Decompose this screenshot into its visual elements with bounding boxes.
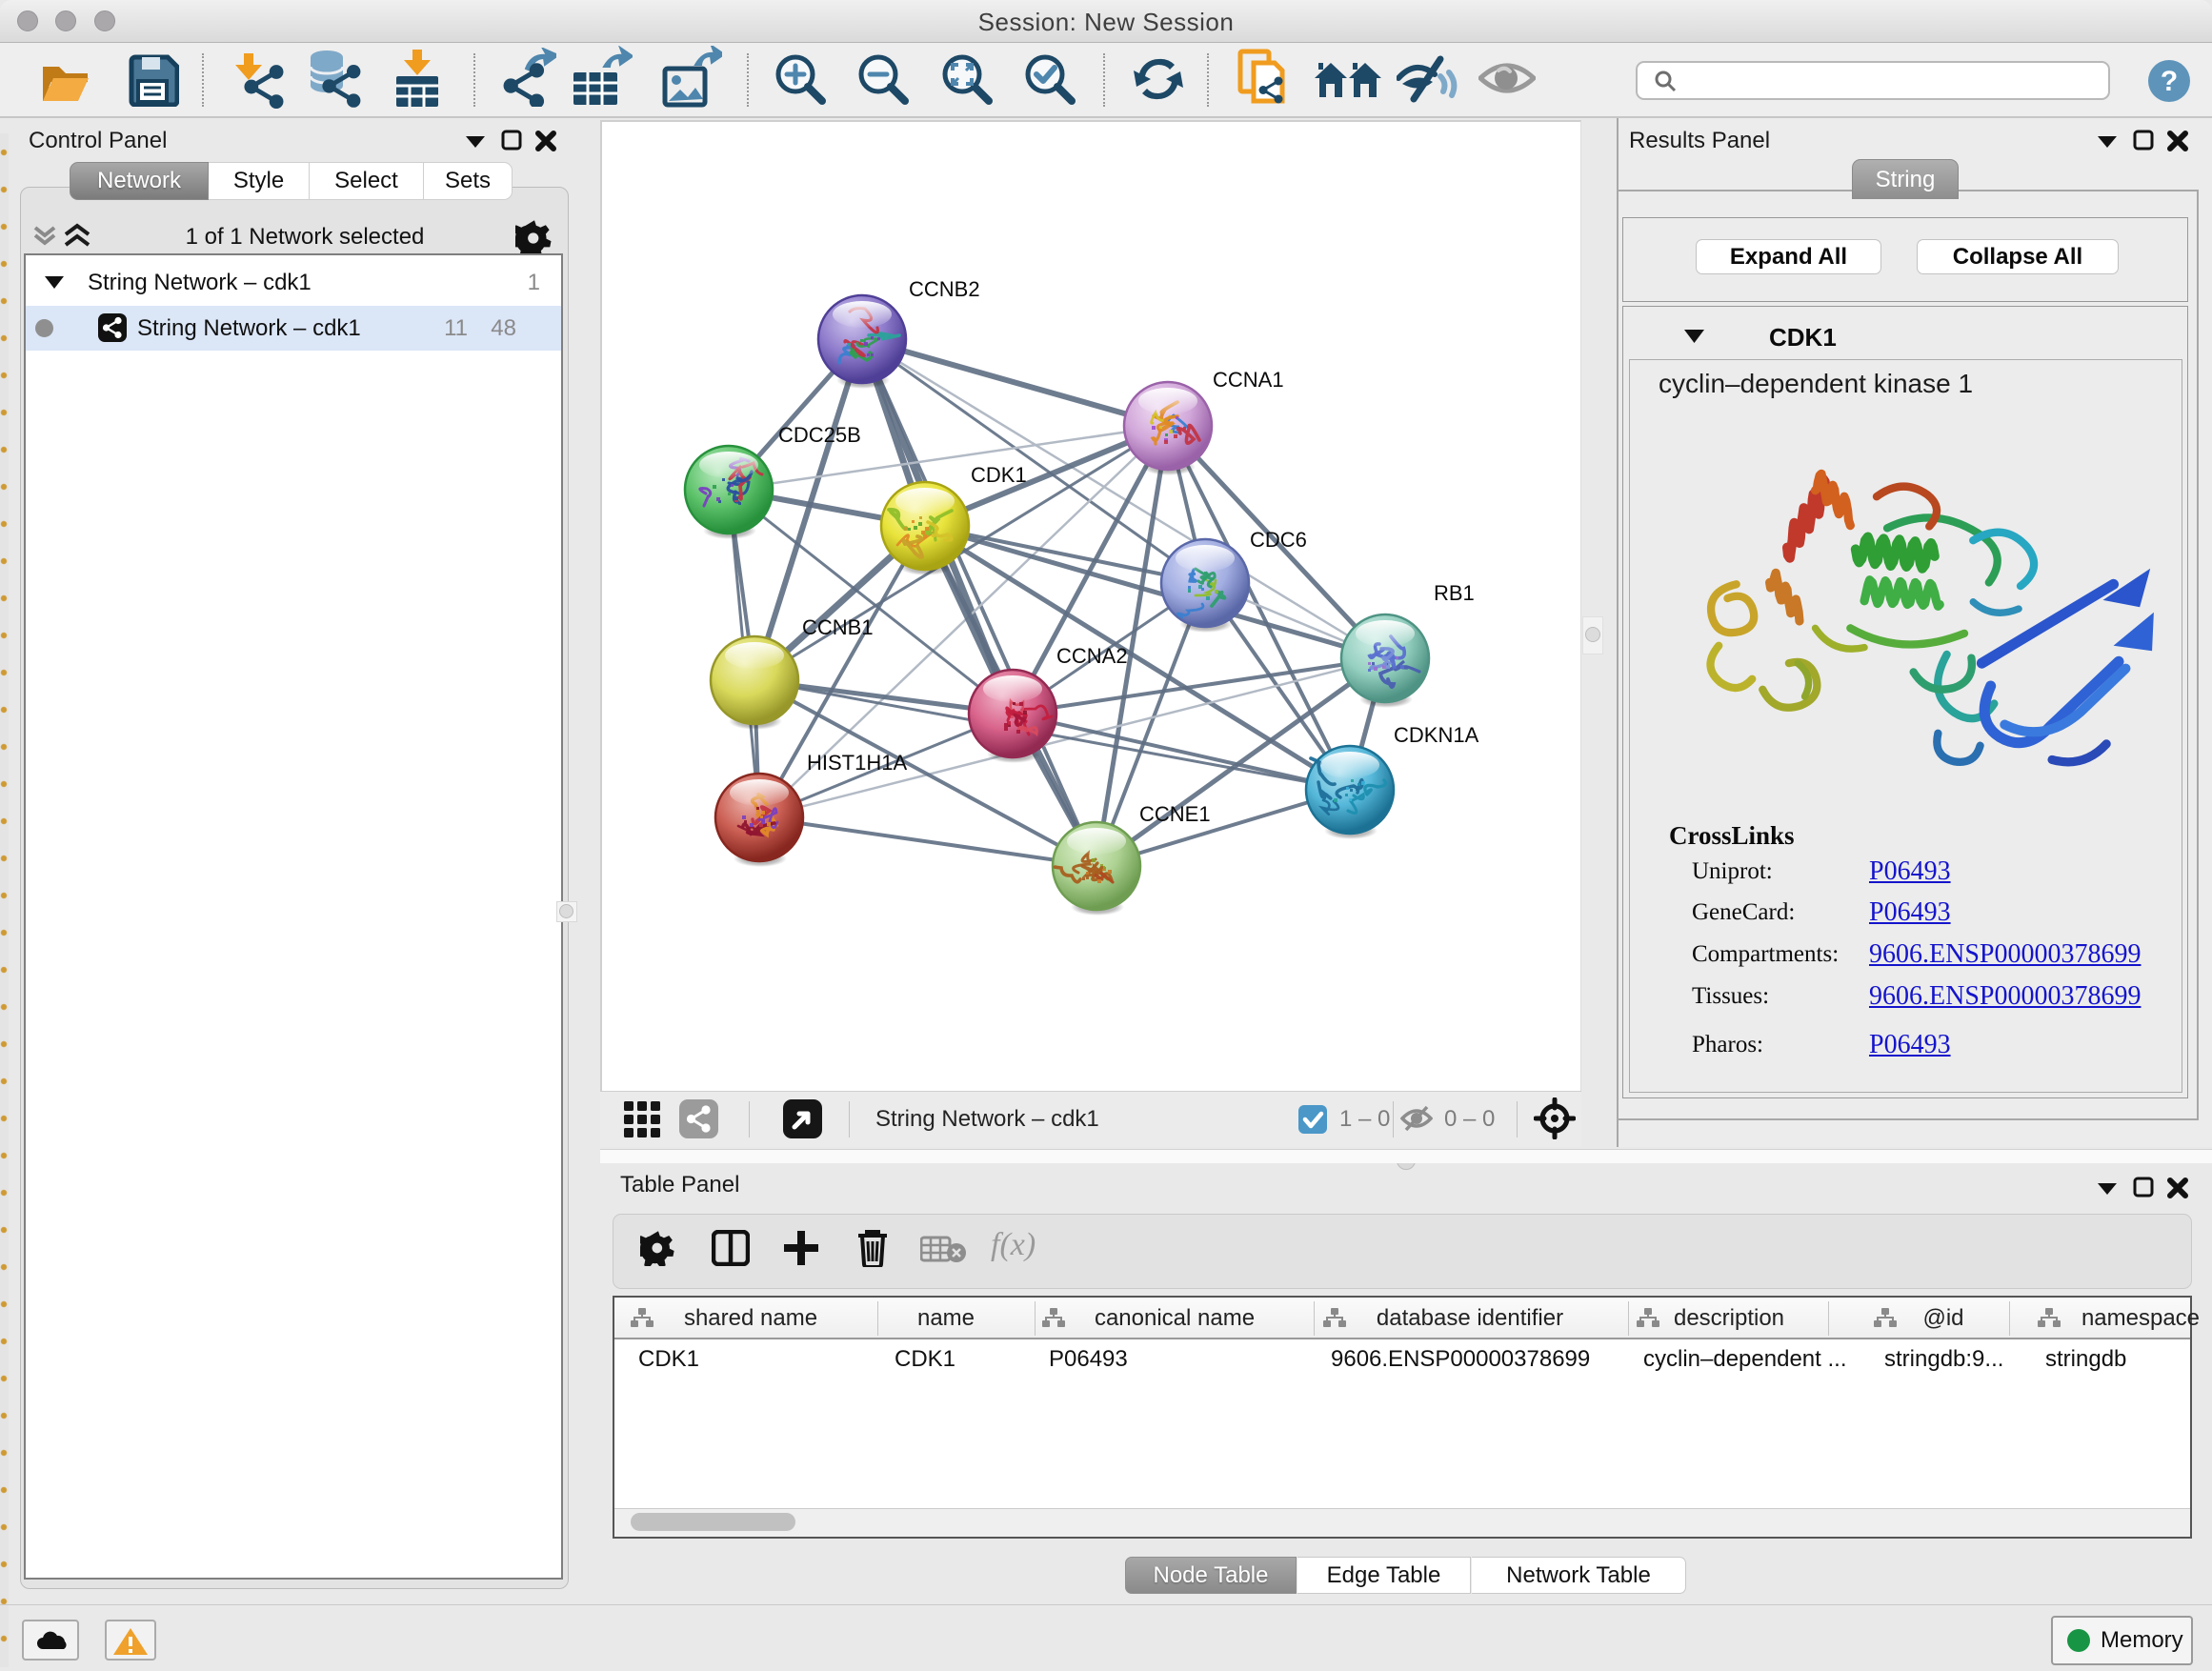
svg-text:RB1: RB1 (1434, 581, 1475, 605)
svg-text:?: ? (2161, 66, 2178, 97)
svg-text:CDC25B: CDC25B (778, 423, 861, 447)
svg-text:CDK1: CDK1 (971, 463, 1027, 487)
svg-text:CCNE1: CCNE1 (1139, 802, 1211, 826)
svg-text:CCNB2: CCNB2 (909, 277, 980, 301)
svg-text:CDKN1A: CDKN1A (1394, 723, 1479, 747)
svg-text:HIST1H1A: HIST1H1A (807, 751, 907, 775)
svg-text:CCNB1: CCNB1 (802, 615, 874, 639)
svg-text:CDC6: CDC6 (1250, 528, 1307, 552)
svg-text:CCNA1: CCNA1 (1213, 368, 1284, 392)
svg-text:CCNA2: CCNA2 (1056, 644, 1128, 668)
